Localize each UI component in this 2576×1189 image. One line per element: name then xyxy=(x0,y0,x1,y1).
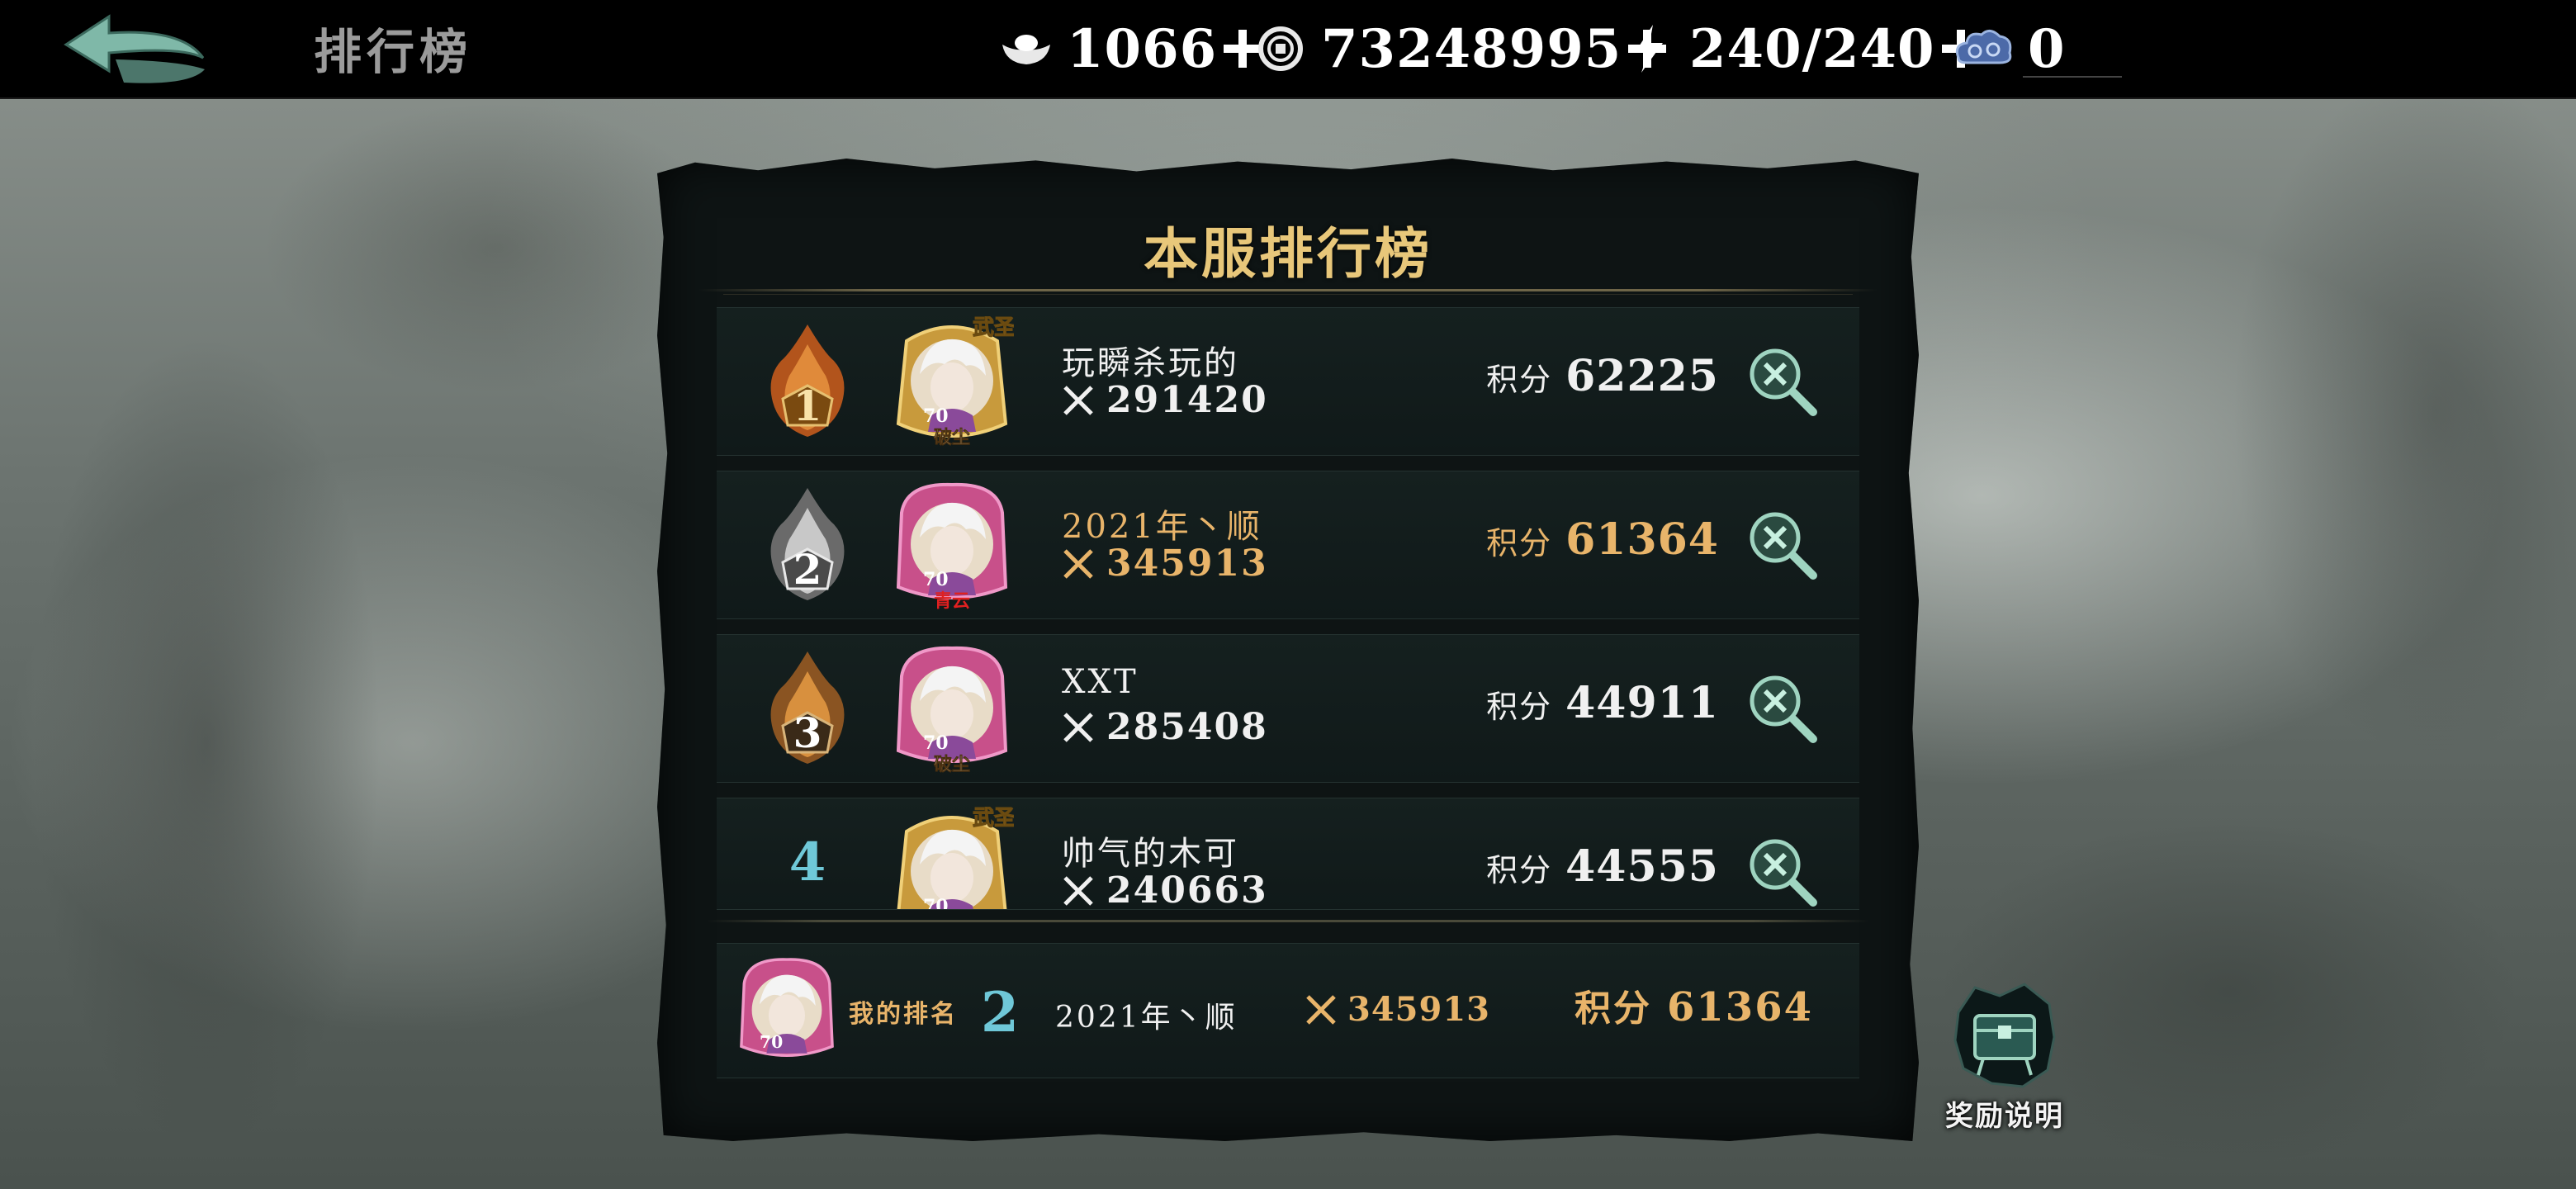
view-details-magnifier-icon[interactable] xyxy=(1745,344,1820,419)
crossed-swords-icon xyxy=(1063,548,1093,579)
rank-bronze-flame-icon: 3 xyxy=(770,651,845,764)
score-label: 积分 xyxy=(1486,689,1553,725)
coin-value: 73248995 xyxy=(1321,17,1622,80)
treasure-chest-icon xyxy=(1953,983,2056,1088)
rank-gold-flame-icon: 1 xyxy=(770,324,845,437)
avatar-badge: 武圣 xyxy=(973,807,1014,831)
view-details-magnifier-icon[interactable] xyxy=(1745,671,1820,746)
my-score-label: 积分 xyxy=(1574,988,1652,1030)
combat-power-value: 240663 xyxy=(1106,869,1268,910)
coin-icon xyxy=(1258,26,1303,71)
player-score: 积分 44911 xyxy=(1486,678,1719,728)
player-avatar[interactable]: 70 青云 xyxy=(890,480,1014,610)
resource-silver[interactable]: 1066 xyxy=(997,12,1265,86)
crossed-swords-icon xyxy=(1063,712,1093,742)
ranking-panel: 本服排行榜 1 武圣 70 破尘 玩瞬杀玩的 291420 积分 62225 2… xyxy=(657,159,1919,1141)
my-rank-number: 2 xyxy=(981,980,1019,1045)
crossed-swords-icon xyxy=(1063,875,1093,906)
ranking-row[interactable]: 4 武圣 70 帅气的木可 240663 积分 44555 xyxy=(717,798,1859,910)
list-divider xyxy=(707,920,1869,922)
resource-underline xyxy=(2023,76,2122,78)
avatar-caption: 破尘 xyxy=(934,427,970,447)
score-label: 积分 xyxy=(1486,852,1553,888)
silver-value: 1066 xyxy=(1067,17,1218,80)
lightning-stamina-icon xyxy=(1635,25,1663,73)
rank-number: 3 xyxy=(793,708,822,757)
avatar-level: 70 xyxy=(923,569,949,590)
reward-info-button[interactable]: 奖励说明 xyxy=(1939,979,2071,1144)
my-ranking-row: 70 我的排名 2 2021年丶顺 345913 积分 61364 xyxy=(717,943,1859,1078)
my-combat-power-value: 345913 xyxy=(1347,990,1490,1029)
score-value: 44555 xyxy=(1565,841,1719,892)
avatar-caption: 青云 xyxy=(934,590,970,610)
top-bar: 排行榜 1066 73248995 240/240 0 xyxy=(0,0,2576,99)
score-label: 积分 xyxy=(1486,525,1553,561)
panel-title: 本服排行榜 xyxy=(1144,221,1432,286)
reward-info-label: 奖励说明 xyxy=(1945,1100,2064,1133)
avatar-level: 70 xyxy=(923,405,949,427)
combat-power-value: 285408 xyxy=(1106,706,1268,748)
ranking-row[interactable]: 3 70 破尘 XXT 285408 积分 44911 xyxy=(717,634,1859,783)
score-label: 积分 xyxy=(1486,362,1553,398)
player-score: 积分 44555 xyxy=(1486,841,1719,892)
score-value: 44911 xyxy=(1565,678,1719,728)
crossed-swords-icon xyxy=(1063,385,1093,415)
my-combat-power: 345913 xyxy=(1305,990,1490,1029)
rank-number: 1 xyxy=(793,381,822,430)
score-value: 62225 xyxy=(1565,351,1719,401)
player-score: 积分 62225 xyxy=(1486,351,1719,401)
player-name: 玩瞬杀玩的 xyxy=(1062,344,1239,382)
combat-power-value: 345913 xyxy=(1106,542,1268,585)
ranking-row[interactable]: 1 武圣 70 破尘 玩瞬杀玩的 291420 积分 62225 xyxy=(717,307,1859,456)
player-name: XXT xyxy=(1062,663,1139,701)
crossed-swords-icon xyxy=(1306,994,1336,1025)
rank-number: 4 xyxy=(788,831,826,893)
stamina-value: 240/240 xyxy=(1689,17,1935,80)
cloud-token-icon xyxy=(1955,30,2012,64)
resource-coin[interactable]: 73248995 xyxy=(1252,12,1669,86)
combat-power-value: 291420 xyxy=(1106,379,1268,421)
resource-stamina[interactable]: 240/240 xyxy=(1620,12,1983,86)
avatar-caption: 破尘 xyxy=(934,754,970,774)
combat-power: 285408 xyxy=(1062,706,1268,748)
my-player-name: 2021年丶顺 xyxy=(1055,1001,1238,1035)
my-avatar[interactable]: 70 xyxy=(733,955,841,1066)
avatar-badge: 武圣 xyxy=(973,316,1014,340)
back-arrow-icon[interactable] xyxy=(58,10,215,92)
my-rank-label: 我的排名 xyxy=(849,1000,958,1029)
player-avatar[interactable]: 武圣 70 xyxy=(890,807,1014,910)
view-details-magnifier-icon[interactable] xyxy=(1745,508,1820,582)
combat-power: 291420 xyxy=(1062,379,1268,421)
my-score-value: 61364 xyxy=(1667,984,1813,1030)
rank-silver-flame-icon: 2 xyxy=(770,488,845,600)
avatar-level: 70 xyxy=(760,1032,783,1052)
page-title: 排行榜 xyxy=(314,24,473,80)
title-divider xyxy=(698,289,1878,291)
combat-power: 240663 xyxy=(1062,869,1268,910)
rank-number: 2 xyxy=(793,545,822,594)
player-name: 帅气的木可 xyxy=(1062,835,1239,873)
player-avatar[interactable]: 武圣 70 破尘 xyxy=(890,316,1014,447)
title-divider-shadow xyxy=(723,294,1853,295)
my-score: 积分 61364 xyxy=(1574,978,1813,1031)
combat-power: 345913 xyxy=(1062,542,1268,585)
avatar-level: 70 xyxy=(923,896,949,910)
silver-ingot-icon xyxy=(1002,35,1050,64)
avatar-level: 70 xyxy=(923,732,949,754)
score-value: 61364 xyxy=(1565,514,1719,565)
view-details-magnifier-icon[interactable] xyxy=(1745,835,1820,909)
ranking-row[interactable]: 2 70 青云 2021年丶顺 345913 积分 61364 xyxy=(717,471,1859,619)
resource-cloud-token[interactable]: 0 xyxy=(1950,12,2066,86)
player-avatar[interactable]: 70 破尘 xyxy=(890,643,1014,774)
player-name: 2021年丶顺 xyxy=(1062,508,1262,546)
player-score: 积分 61364 xyxy=(1486,514,1719,565)
cloud-token-value: 0 xyxy=(2028,17,2066,80)
